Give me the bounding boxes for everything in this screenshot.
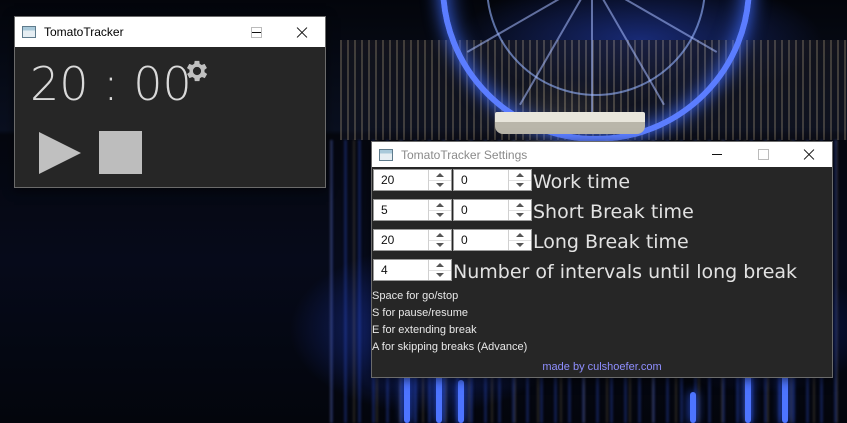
settings-window-titlebar[interactable]: TomatoTracker Settings: [372, 142, 832, 167]
timer-display: 20 : 00: [30, 57, 192, 111]
app-icon: [379, 148, 393, 161]
wallpaper-boat: [495, 112, 645, 134]
spinner-down-icon[interactable]: [429, 180, 451, 190]
hint-a: A for skipping breaks (Advance): [372, 341, 528, 353]
minimize-button[interactable]: [694, 142, 740, 167]
spinner-down-icon[interactable]: [429, 270, 451, 280]
work-seconds-value[interactable]: 0: [461, 173, 468, 187]
spinner-down-icon[interactable]: [509, 180, 531, 190]
long-break-seconds-spinner[interactable]: 0: [453, 229, 532, 251]
long-break-minutes-spinner[interactable]: 20: [373, 229, 452, 251]
stop-icon[interactable]: [99, 131, 142, 174]
short-break-seconds-spinner[interactable]: 0: [453, 199, 532, 221]
credit-link[interactable]: made by culshoefer.com: [372, 361, 832, 373]
long-break-time-label: Long Break time: [533, 231, 689, 253]
work-minutes-spinner[interactable]: 20: [373, 169, 452, 191]
app-icon: [22, 26, 36, 38]
settings-window-title: TomatoTracker Settings: [401, 147, 528, 162]
timer-window-title: TomatoTracker: [44, 25, 124, 39]
long-break-seconds-value[interactable]: 0: [461, 233, 468, 247]
work-minutes-value[interactable]: 20: [381, 173, 394, 187]
intervals-spinner[interactable]: 4: [373, 259, 452, 281]
timer-window-titlebar[interactable]: TomatoTracker: [15, 17, 325, 47]
intervals-value[interactable]: 4: [381, 263, 388, 277]
settings-window: TomatoTracker Settings 20 0 Work time 5 …: [371, 141, 833, 378]
hint-e: E for extending break: [372, 324, 477, 336]
close-button[interactable]: [786, 142, 832, 167]
hint-space: Space for go/stop: [372, 290, 459, 302]
short-break-time-label: Short Break time: [533, 201, 694, 223]
play-icon[interactable]: [39, 132, 81, 174]
hint-s: S for pause/resume: [372, 307, 468, 319]
short-break-seconds-value[interactable]: 0: [461, 203, 468, 217]
spinner-down-icon[interactable]: [509, 240, 531, 250]
spinner-down-icon[interactable]: [429, 240, 451, 250]
intervals-label: Number of intervals until long break: [453, 261, 798, 283]
long-break-minutes-value[interactable]: 20: [381, 233, 394, 247]
short-break-minutes-spinner[interactable]: 5: [373, 199, 452, 221]
work-seconds-spinner[interactable]: 0: [453, 169, 532, 191]
maximize-button[interactable]: [740, 142, 786, 167]
short-break-minutes-value[interactable]: 5: [381, 203, 388, 217]
timer-window: TomatoTracker 20 : 00: [14, 16, 326, 188]
work-time-label: Work time: [533, 171, 631, 193]
spinner-down-icon[interactable]: [509, 210, 531, 220]
maximize-button[interactable]: [233, 17, 279, 47]
gear-icon[interactable]: [183, 57, 211, 85]
close-button[interactable]: [279, 17, 325, 47]
spinner-down-icon[interactable]: [429, 210, 451, 220]
